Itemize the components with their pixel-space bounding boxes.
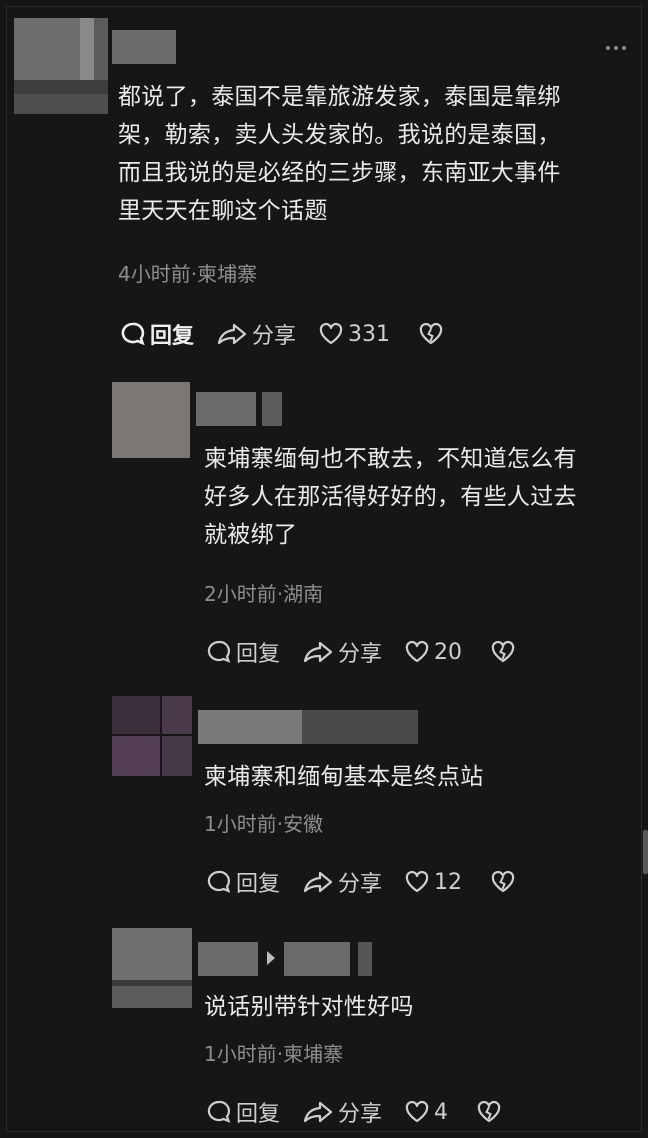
avatar[interactable] [112, 382, 190, 458]
like-count: 12 [434, 869, 463, 895]
reply-button[interactable]: 回复 [206, 636, 280, 668]
share-label: 分享 [252, 324, 297, 349]
comment-text: 说话别带针对性好吗 [204, 994, 414, 1020]
dislike-button[interactable] [418, 322, 448, 346]
like-count: 4 [434, 1099, 449, 1125]
share-button[interactable]: 分享 [302, 866, 382, 898]
comment-actions: 回复 分享 12 [206, 866, 542, 898]
comment-meta: 2小时前·湖南 [204, 582, 324, 606]
reply-to-username-blurred[interactable] [284, 942, 350, 976]
share-button[interactable]: 分享 [302, 1096, 382, 1128]
username-blurred[interactable] [196, 392, 256, 426]
comment-bubble-icon [121, 322, 145, 346]
username-blurred-part [262, 392, 282, 426]
broken-heart-icon [491, 870, 515, 893]
comment-meta: 1小时前·柬埔寨 [204, 1042, 344, 1066]
reply-label: 回复 [150, 324, 195, 349]
more-dots-icon[interactable] [606, 46, 626, 50]
reply-button[interactable]: 回复 [206, 1096, 280, 1128]
reply-to-arrow-icon [267, 951, 275, 965]
reply-label: 回复 [236, 1102, 281, 1127]
comment-text: 都说了，泰国不是靠旅游发家，泰国是靠绑 架，勒索，卖人头发家的。我说的是泰国， … [118, 84, 561, 224]
broken-heart-icon [477, 1100, 501, 1123]
comment-bubble-icon [207, 870, 231, 893]
comment-bubble-icon [207, 640, 231, 663]
username-blurred[interactable] [198, 942, 258, 976]
share-arrow-icon [217, 323, 247, 345]
dislike-button[interactable] [476, 1100, 506, 1124]
like-count: 20 [434, 639, 463, 665]
reply-label: 回复 [236, 872, 281, 897]
heart-icon [405, 870, 429, 893]
like-button[interactable]: 12 [404, 870, 462, 895]
username-blurred-part [302, 710, 418, 744]
avatar[interactable] [112, 928, 192, 1008]
reply-button[interactable]: 回复 [206, 866, 280, 898]
share-arrow-icon [303, 871, 333, 893]
comment-text: 柬埔寨缅甸也不敢去，不知道怎么有 好多人在那活得好好的，有些人过去 就被绑了 [204, 446, 577, 548]
heart-icon [405, 640, 429, 663]
comment-actions: 回复 分享 20 [206, 636, 542, 668]
comment-actions: 回复 分享 331 [120, 318, 470, 350]
avatar[interactable] [112, 696, 192, 776]
reply-button[interactable]: 回复 [120, 318, 194, 350]
comment-bubble-icon [207, 1100, 231, 1123]
avatar[interactable] [14, 18, 108, 114]
heart-icon [405, 1100, 429, 1123]
like-button[interactable]: 4 [404, 1100, 448, 1125]
like-button[interactable]: 20 [404, 640, 462, 665]
share-button[interactable]: 分享 [216, 318, 296, 350]
like-button[interactable]: 331 [318, 322, 390, 347]
share-label: 分享 [338, 1102, 383, 1127]
scrollbar[interactable] [643, 830, 648, 874]
broken-heart-icon [419, 322, 443, 345]
comment-meta: 4小时前·柬埔寨 [118, 262, 258, 286]
comment-actions: 回复 分享 4 [206, 1096, 528, 1128]
like-count: 331 [348, 321, 391, 347]
heart-icon [319, 322, 343, 345]
share-label: 分享 [338, 642, 383, 667]
share-arrow-icon [303, 1101, 333, 1123]
comment-meta: 1小时前·安徽 [204, 812, 324, 836]
username-blurred[interactable] [112, 30, 176, 64]
comment-text: 柬埔寨和缅甸基本是终点站 [204, 764, 484, 790]
share-button[interactable]: 分享 [302, 636, 382, 668]
share-label: 分享 [338, 872, 383, 897]
reply-label: 回复 [236, 642, 281, 667]
share-arrow-icon [303, 641, 333, 663]
broken-heart-icon [491, 640, 515, 663]
dislike-button[interactable] [490, 640, 520, 664]
username-blurred-part [358, 942, 372, 976]
dislike-button[interactable] [490, 870, 520, 894]
username-blurred[interactable] [198, 710, 302, 744]
